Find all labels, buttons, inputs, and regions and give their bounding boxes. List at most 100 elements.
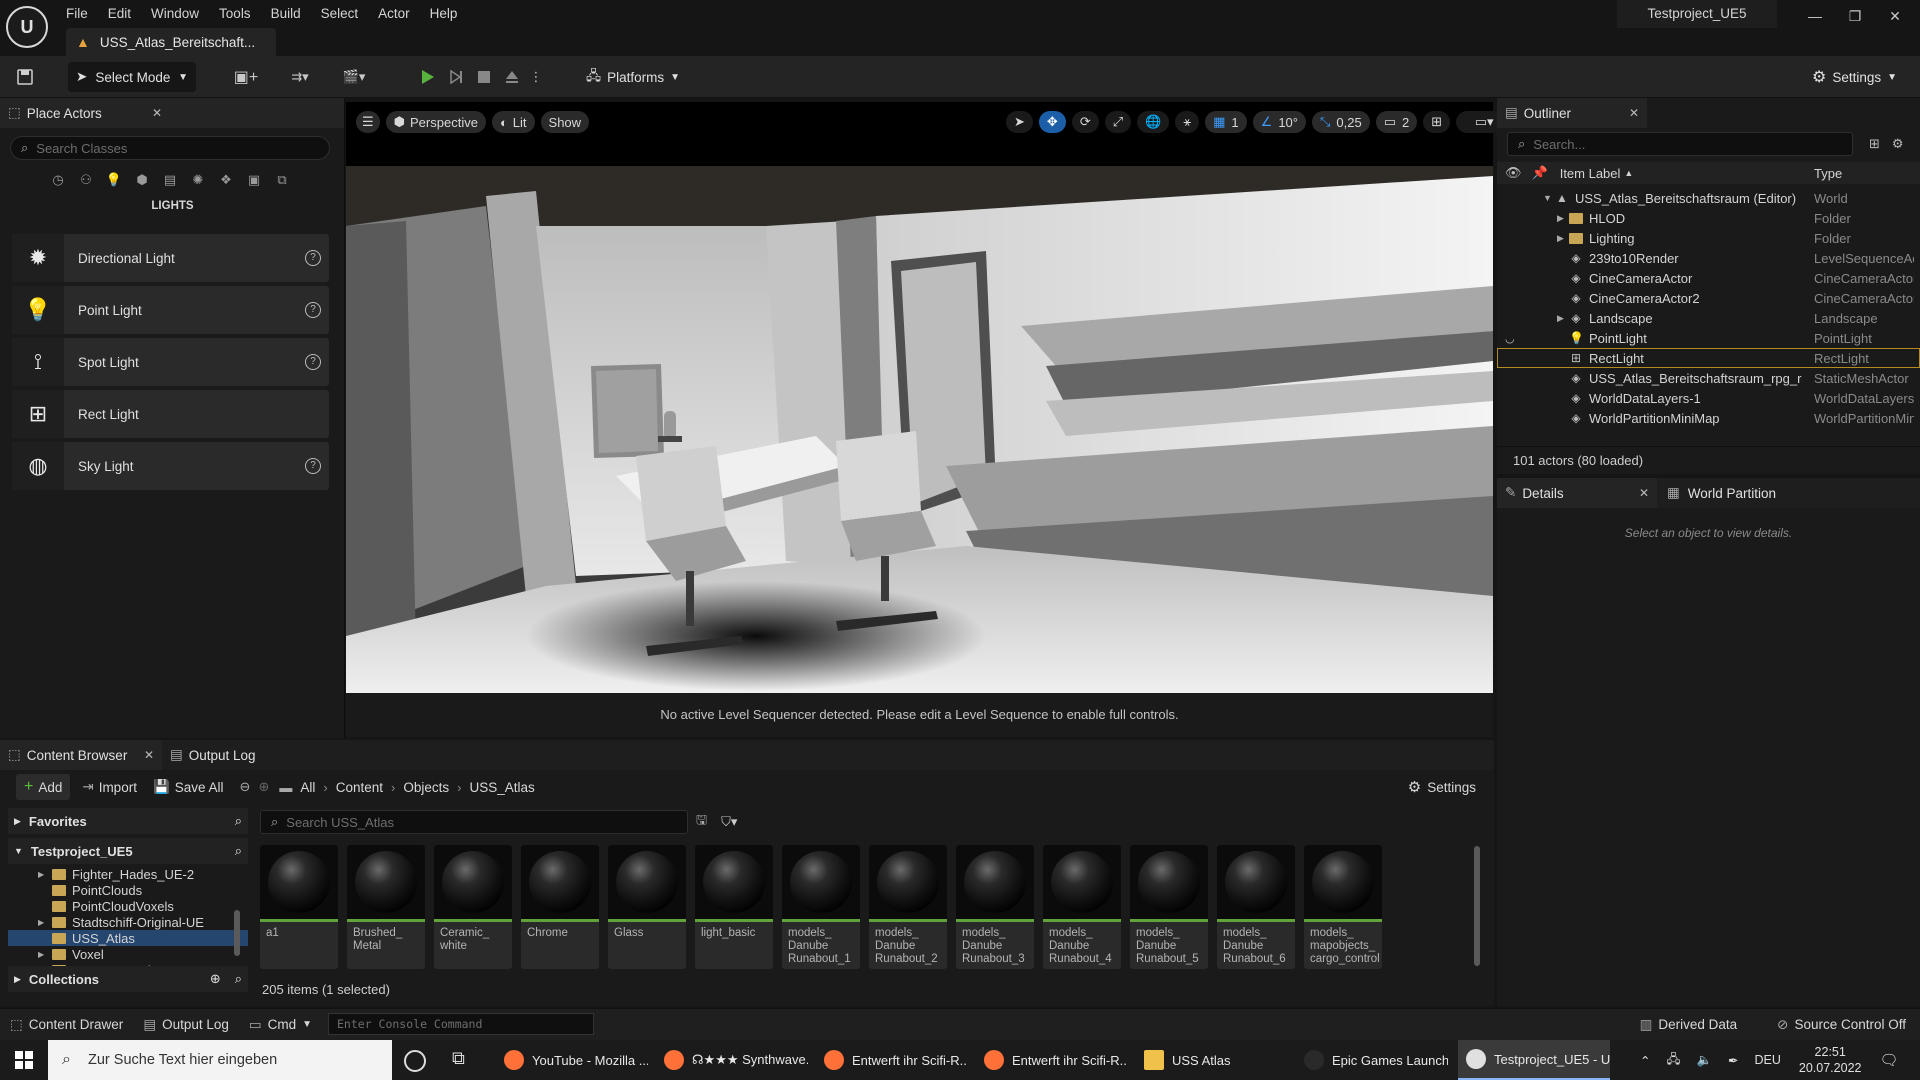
world-partition-tab[interactable]: ▦ World Partition bbox=[1657, 485, 1786, 501]
back-arrow-icon[interactable]: ⊖ bbox=[240, 779, 251, 795]
visual-effects-icon[interactable]: ✺ bbox=[186, 168, 210, 192]
outliner-row[interactable]: ▶ ◈ Landscape Landscape bbox=[1497, 308, 1920, 328]
pin-icon[interactable]: 📌 bbox=[1532, 165, 1548, 181]
add-folder-icon[interactable]: ⊞ bbox=[1869, 136, 1880, 152]
menu-edit[interactable]: Edit bbox=[100, 3, 143, 21]
help-icon[interactable]: ? bbox=[305, 250, 321, 266]
outliner-search-input[interactable]: ⌕ Search... bbox=[1507, 132, 1853, 156]
outliner-row[interactable]: 💡 PointLight PointLight ◡ bbox=[1497, 328, 1920, 348]
source-control-button[interactable]: ⊘ Source Control Off bbox=[1767, 1009, 1916, 1041]
search-icon[interactable]: ⌕ bbox=[235, 813, 242, 829]
search-icon[interactable]: ⌕ bbox=[235, 971, 242, 987]
outliner-row[interactable]: ◈ CineCameraActor2 CineCameraActor bbox=[1497, 288, 1920, 308]
menu-actor[interactable]: Actor bbox=[370, 3, 422, 21]
pen-icon[interactable]: ✒ bbox=[1728, 1053, 1738, 1068]
taskbar-search-input[interactable]: ⌕ Zur Suche Text hier eingeben bbox=[48, 1040, 392, 1080]
save-all-button[interactable]: 💾 Save All bbox=[145, 774, 232, 800]
asset-tile[interactable]: models_ Danube Runabout_6 bbox=[1217, 845, 1295, 969]
perspective-button[interactable]: ⬢ Perspective bbox=[385, 111, 486, 133]
save-level-icon[interactable] bbox=[10, 62, 40, 92]
help-icon[interactable]: ? bbox=[305, 302, 321, 318]
viewport-menu-icon[interactable]: ☰ bbox=[356, 111, 380, 133]
play-options-icon[interactable]: ⋮ bbox=[526, 62, 546, 92]
search-icon[interactable]: ⌕ bbox=[235, 843, 242, 859]
asset-tile[interactable]: Glass bbox=[608, 845, 686, 969]
menu-tools[interactable]: Tools bbox=[211, 3, 263, 21]
windows-start-icon[interactable] bbox=[0, 1040, 48, 1080]
chevron-right-icon[interactable]: ▶ bbox=[1557, 313, 1569, 324]
taskbar-app[interactable]: Testproject_UE5 - U... bbox=[1458, 1040, 1610, 1080]
taskbar-app[interactable]: Epic Games Launch... bbox=[1296, 1040, 1448, 1080]
blueprints-button[interactable]: ⇉▾ bbox=[280, 62, 320, 92]
scale-snap-button[interactable]: ⤡ 0,25 bbox=[1311, 111, 1370, 133]
asset-tile[interactable]: a1 bbox=[260, 845, 338, 969]
chevron-right-icon[interactable]: ▶ bbox=[1557, 233, 1569, 244]
platforms-dropdown[interactable]: 🖧 Platforms ▼ bbox=[580, 62, 686, 92]
chevron-up-icon[interactable]: ⌃ bbox=[1640, 1053, 1650, 1068]
volume-icon[interactable]: 🔈 bbox=[1696, 1053, 1712, 1068]
asset-tile[interactable]: light_basic bbox=[695, 845, 773, 969]
content-drawer-button[interactable]: ⬚ Content Drawer bbox=[0, 1009, 133, 1041]
cinematics-button[interactable]: 🎬▾ bbox=[334, 62, 374, 92]
notifications-icon[interactable]: 🗨 bbox=[1879, 1051, 1898, 1069]
folder-tree-item[interactable]: ▶ Stadtschiff-Original-UE bbox=[8, 914, 248, 930]
chevron-right-icon[interactable]: ▶ bbox=[38, 870, 52, 879]
taskbar-app[interactable]: Entwerft ihr Scifi-R... bbox=[816, 1040, 968, 1080]
asset-tile[interactable]: models_ Danube Runabout_3 bbox=[956, 845, 1034, 969]
breadcrumb-uss-atlas[interactable]: USS_Atlas bbox=[469, 780, 534, 795]
outliner-row[interactable]: ◈ 239to10Render LevelSequenceAc bbox=[1497, 248, 1920, 268]
folder-tree-item[interactable]: ▶ Fighter_Hades_UE-2 bbox=[8, 866, 248, 882]
asset-tile[interactable]: models_ Danube Runabout_5 bbox=[1130, 845, 1208, 969]
menu-build[interactable]: Build bbox=[263, 3, 313, 21]
cinematic-icon[interactable]: ▤ bbox=[158, 168, 182, 192]
taskbar-app[interactable]: YouTube - Mozilla ... bbox=[496, 1040, 648, 1080]
basic-icon[interactable]: ⚇ bbox=[74, 168, 98, 192]
taskbar-app[interactable]: Entwerft ihr Scifi-R... bbox=[976, 1040, 1128, 1080]
filter-icon[interactable]: ⛉▾ bbox=[721, 814, 737, 830]
menu-select[interactable]: Select bbox=[313, 3, 371, 21]
surface-snap-icon[interactable]: ⚹ bbox=[1175, 111, 1200, 133]
language-indicator[interactable]: DEU bbox=[1755, 1053, 1781, 1067]
outliner-row[interactable]: ▶ HLOD Folder bbox=[1497, 208, 1920, 228]
chevron-right-icon[interactable]: ▶ bbox=[38, 966, 52, 967]
help-icon[interactable]: ? bbox=[305, 458, 321, 474]
close-icon[interactable]: ✕ bbox=[1629, 106, 1639, 120]
play-button[interactable] bbox=[412, 62, 442, 92]
taskbar-app[interactable]: USS Atlas bbox=[1136, 1040, 1288, 1080]
asset-tile[interactable]: Brushed_ Metal bbox=[347, 845, 425, 969]
cmd-dropdown[interactable]: ▭ Cmd ▼ bbox=[239, 1009, 322, 1041]
chevron-right-icon[interactable]: ▶ bbox=[38, 918, 52, 927]
breadcrumb-content[interactable]: Content bbox=[336, 780, 383, 795]
menu-window[interactable]: Window bbox=[143, 3, 211, 21]
asset-tile[interactable]: Ceramic_ white bbox=[434, 845, 512, 969]
scale-tool-icon[interactable]: ⤢ bbox=[1104, 111, 1132, 133]
item-label-column-header[interactable]: Item Label bbox=[1560, 166, 1621, 181]
asset-tile[interactable]: models_ mapobjects_ cargo_control bbox=[1304, 845, 1382, 969]
folder-tree-item[interactable]: USS_Atlas bbox=[8, 930, 248, 946]
rotate-tool-icon[interactable]: ⟳ bbox=[1071, 111, 1099, 133]
breadcrumb-all[interactable]: All bbox=[300, 780, 315, 795]
outliner-row[interactable]: ▶ Lighting Folder bbox=[1497, 228, 1920, 248]
asset-tile[interactable]: models_ Danube Runabout_4 bbox=[1043, 845, 1121, 969]
collections-section[interactable]: ▶ Collections ⊕ ⌕ bbox=[8, 966, 248, 992]
chevron-right-icon[interactable]: ▶ bbox=[38, 950, 52, 959]
select-tool-icon[interactable]: ➤ bbox=[1006, 111, 1033, 133]
outliner-row[interactable]: ◈ WorldPartitionMiniMap WorldPartitionMin bbox=[1497, 408, 1920, 428]
folder-tree-item[interactable]: PointClouds bbox=[8, 882, 248, 898]
actor-item-directional-light[interactable]: ✹ Directional Light ? bbox=[12, 234, 329, 282]
console-command-input[interactable]: Enter Console Command bbox=[328, 1013, 594, 1035]
lights-category-icon[interactable]: 💡 bbox=[102, 168, 126, 192]
outliner-tab[interactable]: ▤ Outliner ✕ bbox=[1497, 98, 1647, 128]
geometry-icon[interactable]: ❖ bbox=[214, 168, 238, 192]
select-mode-dropdown[interactable]: ➤ Select Mode ▼ bbox=[68, 62, 196, 92]
actor-item-point-light[interactable]: 💡 Point Light ? bbox=[12, 286, 329, 334]
outliner-row[interactable]: ◈ WorldDataLayers-1 WorldDataLayers bbox=[1497, 388, 1920, 408]
world-space-icon[interactable]: 🌐 bbox=[1137, 111, 1170, 133]
rotation-snap-button[interactable]: ∠ 10° bbox=[1252, 111, 1306, 133]
folder-tree-item[interactable]: PointCloudVoxels bbox=[8, 898, 248, 914]
chevron-down-icon[interactable]: ▼ bbox=[1543, 193, 1555, 203]
outliner-row[interactable]: ⊞ RectLight RectLight bbox=[1497, 348, 1920, 368]
shapes-icon[interactable]: ⬢ bbox=[130, 168, 154, 192]
volumes-icon[interactable]: ▣ bbox=[242, 168, 266, 192]
maximize-viewport-icon[interactable]: ⊞ bbox=[1423, 111, 1451, 133]
